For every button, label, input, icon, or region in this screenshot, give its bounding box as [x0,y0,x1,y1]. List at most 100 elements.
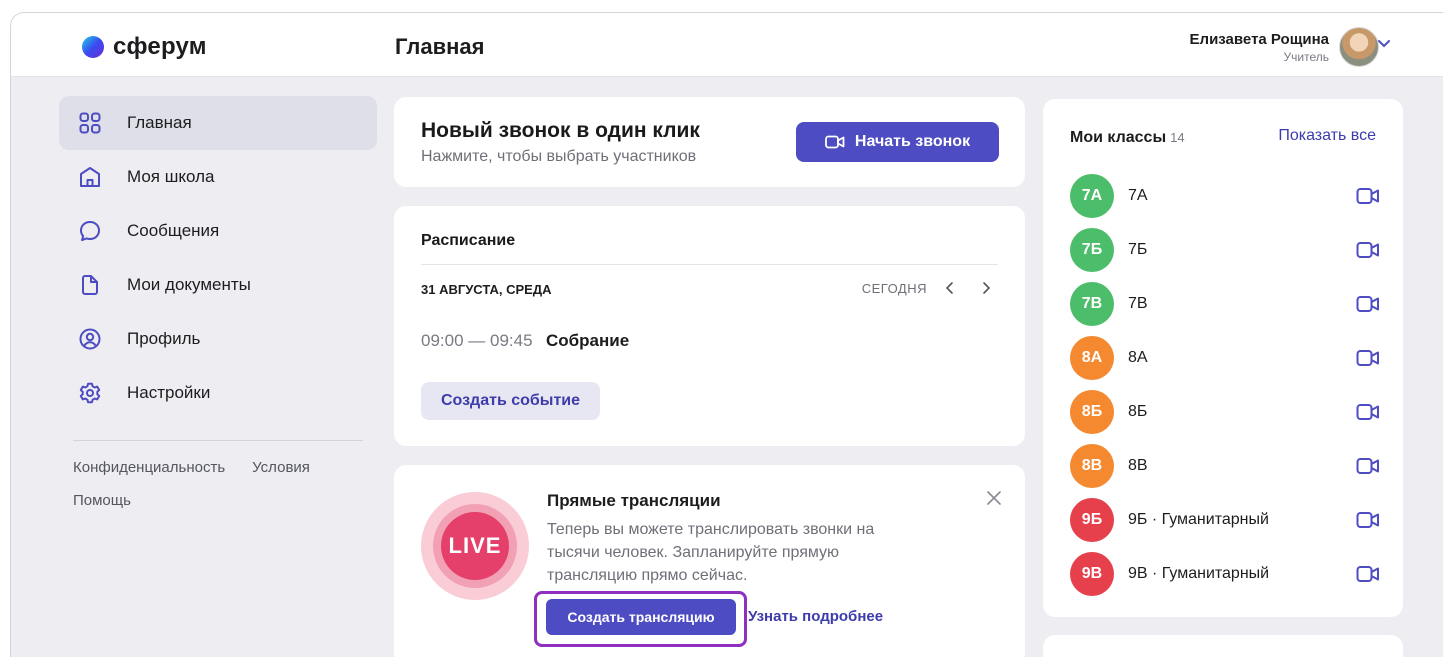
class-name: 7А [1128,187,1148,204]
class-name: 8А [1128,349,1148,366]
class-badge: 8В [1070,444,1114,488]
sidebar-item-label: Профиль [127,329,201,348]
start-call-label: Начать звонок [854,133,971,150]
class-row[interactable]: 8Б 8Б [1070,385,1380,439]
live-stream-card: LIVE Прямые трансляции Теперь вы можете … [394,465,1025,657]
video-camera-icon[interactable] [1356,565,1380,583]
sidebar-item-label: Сообщения [127,221,220,240]
sidebar-divider [73,440,363,441]
class-row[interactable]: 9Б 9Б · Гуманитарный [1070,493,1380,547]
sidebar-item-profile[interactable]: Профиль [59,312,377,366]
new-call-subtitle: Нажмите, чтобы выбрать участников [421,148,697,165]
schedule-card: Расписание 31 АВГУСТА, СРЕДА СЕГОДНЯ 09:… [394,206,1025,446]
gear-icon [79,382,101,404]
close-icon[interactable] [987,491,1001,505]
video-camera-icon[interactable] [1356,241,1380,259]
class-list: 7А 7А 7Б 7Б 7В 7В 8А 8А 8Б 8Б 8В 8В 9Б 9Б · Гуманитар… [1070,169,1380,601]
show-all-link[interactable]: Показать все [1278,127,1376,145]
brand-name: сферум [113,33,207,60]
classes-count: 14 [1170,130,1185,145]
class-name: 8Б [1128,403,1148,420]
event-time: 09:00 — 09:45 [421,331,533,350]
user-menu[interactable]: Елизавета Рощина Учитель [1190,27,1379,67]
classes-title: Мои классы 14 [1070,129,1185,147]
new-call-title: Новый звонок в один клик [421,119,700,142]
live-title: Прямые трансляции [547,491,721,510]
video-camera-icon[interactable] [1356,457,1380,475]
brand-logo[interactable]: сферум [81,33,207,61]
event-name[interactable]: Собрание [546,331,629,351]
chat-bubble-icon [80,221,100,241]
schedule-title: Расписание [421,232,516,249]
schedule-divider [421,264,998,265]
class-name: 9В · Гуманитарный [1128,565,1270,582]
school-icon [80,167,100,187]
user-role: Учитель [1283,49,1329,64]
sidebar-item-label: Главная [127,113,192,132]
grid-icon [79,112,101,134]
video-camera-icon [825,135,845,149]
create-stream-button[interactable]: Создать трансляцию [546,599,736,635]
class-name: 7Б [1128,241,1148,258]
class-row[interactable]: 7А 7А [1070,169,1380,223]
class-badge: 7Б [1070,228,1114,272]
class-badge: 7В [1070,282,1114,326]
class-name: 7В [1128,295,1148,312]
sidebar-item-label: Моя школа [127,167,215,186]
start-call-button[interactable]: Начать звонок [796,122,999,162]
class-row[interactable]: 7Б 7Б [1070,223,1380,277]
terms-link[interactable]: Условия [252,459,310,476]
sidebar-item-label: Мои документы [127,275,251,294]
sidebar-item-home[interactable]: Главная [59,96,377,150]
class-badge: 8А [1070,336,1114,380]
class-row[interactable]: 7В 7В [1070,277,1380,331]
privacy-link[interactable]: Конфиденциальность [73,459,225,476]
profile-icon [79,328,101,350]
live-description: Теперь вы можете транслировать звонки на… [547,521,875,584]
app-window: сферум Главная Елизавета Рощина Учитель … [10,12,1443,657]
class-badge: 9В [1070,552,1114,596]
class-name: 9Б · Гуманитарный [1128,511,1269,528]
bottom-card [1043,635,1403,657]
video-camera-icon[interactable] [1356,349,1380,367]
user-info: Елизавета Рощина Учитель [1190,31,1329,64]
learn-more-link[interactable]: Узнать подробнее [748,608,883,625]
video-camera-icon[interactable] [1356,187,1380,205]
sidebar-item-documents[interactable]: Мои документы [59,258,377,312]
class-row[interactable]: 8А 8А [1070,331,1380,385]
live-ring: LIVE [433,504,517,588]
footer-links: Конфиденциальность Условия [73,459,377,476]
class-row[interactable]: 8В 8В [1070,439,1380,493]
my-classes-card: Мои классы 14 Показать все 7А 7А 7Б 7Б 7В 7В 8А… [1043,99,1403,617]
new-call-card: Новый звонок в один клик Нажмите, чтобы … [394,97,1025,187]
user-name: Елизавета Рощина [1189,30,1329,48]
video-camera-icon[interactable] [1356,403,1380,421]
class-name: 8В [1128,457,1148,474]
sidebar-item-settings[interactable]: Настройки [59,366,377,420]
help-link[interactable]: Помощь [73,492,131,509]
sidebar-item-messages[interactable]: Сообщения [59,204,377,258]
live-illustration: LIVE [421,492,529,600]
avatar[interactable] [1339,27,1379,67]
create-event-button[interactable]: Создать событие [421,382,600,420]
document-icon [82,275,98,295]
chevron-down-icon[interactable] [1377,39,1391,49]
chevron-right-icon[interactable] [977,279,995,297]
today-button[interactable]: СЕГОДНЯ [862,281,927,296]
top-header: сферум Главная Елизавета Рощина Учитель [11,13,1443,77]
video-camera-icon[interactable] [1356,511,1380,529]
video-camera-icon[interactable] [1356,295,1380,313]
class-row[interactable]: 9В 9В · Гуманитарный [1070,547,1380,601]
sidebar-item-label: Настройки [127,383,211,402]
sidebar: Главная Моя школа Сообщения Мои документ… [59,96,377,509]
chevron-left-icon[interactable] [941,279,959,297]
sidebar-item-school[interactable]: Моя школа [59,150,377,204]
sferum-logo-icon [82,36,104,58]
class-badge: 7А [1070,174,1114,218]
classes-title-text: Мои классы [1070,129,1167,146]
page-title: Главная [395,34,485,59]
live-badge: LIVE [441,512,509,580]
class-badge: 8Б [1070,390,1114,434]
class-badge: 9Б [1070,498,1114,542]
schedule-date: 31 АВГУСТА, СРЕДА [421,282,552,297]
